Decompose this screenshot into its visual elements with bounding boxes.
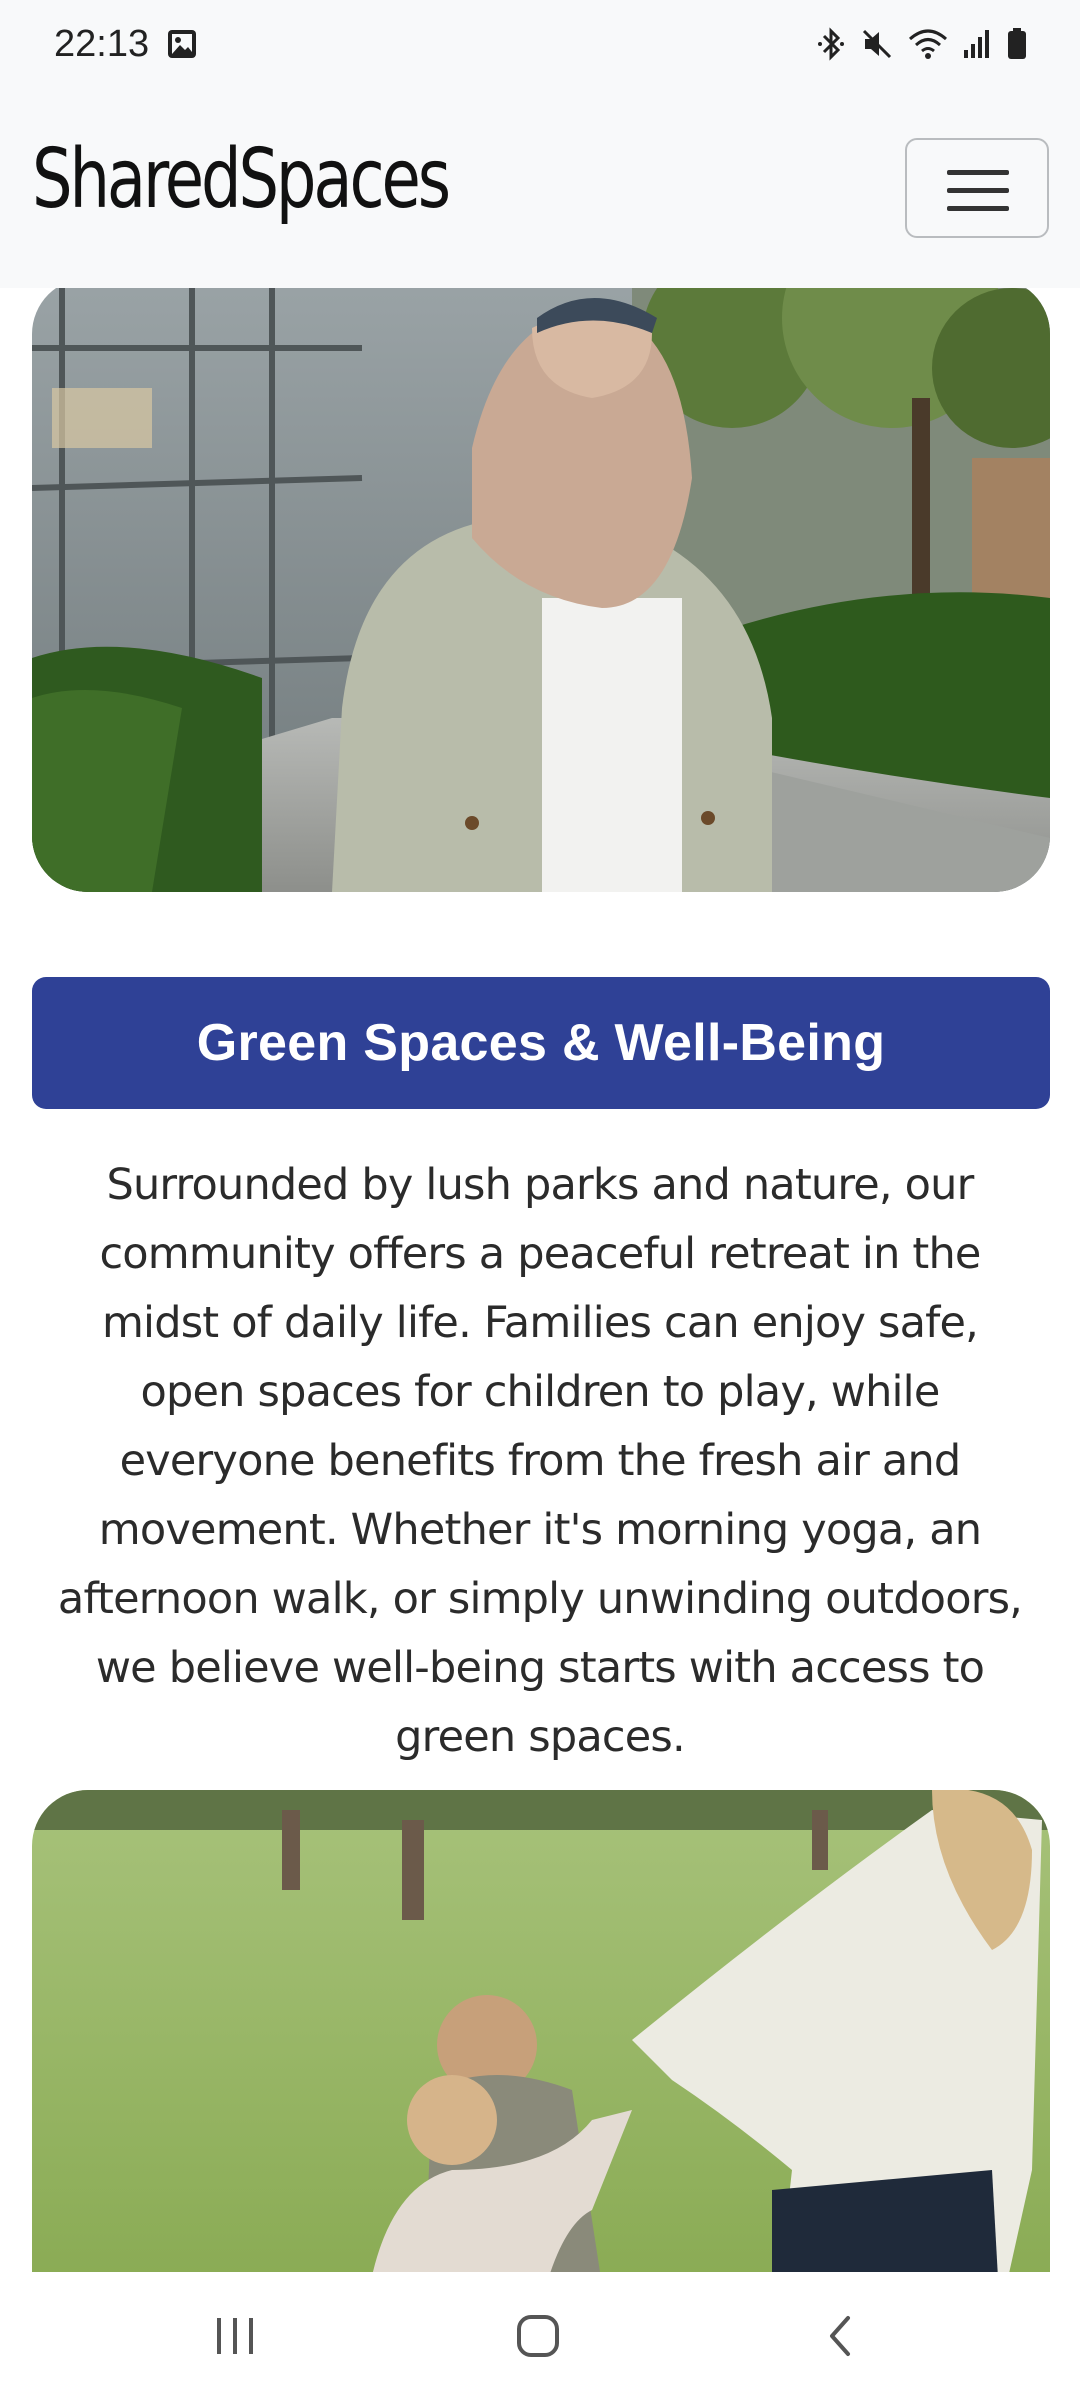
status-left: 22:13	[54, 23, 199, 66]
section-heading-banner: Green Spaces & Well-Being	[32, 977, 1050, 1109]
home-icon	[517, 2315, 559, 2357]
back-icon	[830, 2316, 850, 2356]
section-body-text: Surrounded by lush parks and nature, our…	[57, 1160, 1023, 1762]
recent-apps-button[interactable]	[175, 2272, 295, 2400]
back-button[interactable]	[780, 2272, 900, 2400]
status-bar: 22:13	[0, 0, 1080, 88]
woman-photo	[32, 288, 1050, 892]
battery-icon	[1006, 27, 1028, 61]
navbar: SharedSpaces	[0, 88, 1080, 288]
recent-apps-icon	[217, 2318, 253, 2354]
family-park-photo	[32, 1790, 1050, 2272]
home-button[interactable]	[478, 2272, 598, 2400]
main-content: Green Spaces & Well-Being Surrounded by …	[0, 288, 1080, 2272]
hamburger-icon	[947, 170, 1009, 175]
status-time: 22:13	[54, 22, 150, 65]
image-icon	[165, 27, 199, 61]
section-heading: Green Spaces & Well-Being	[196, 1014, 886, 1072]
bluetooth-icon	[816, 26, 846, 62]
wifi-icon	[908, 27, 948, 61]
signal-icon	[962, 28, 992, 60]
status-right	[816, 26, 1028, 62]
system-navigation-bar	[0, 2272, 1080, 2400]
mute-icon	[860, 27, 894, 61]
menu-toggle-button[interactable]	[905, 138, 1049, 238]
brand-logo[interactable]: SharedSpaces	[32, 132, 451, 227]
